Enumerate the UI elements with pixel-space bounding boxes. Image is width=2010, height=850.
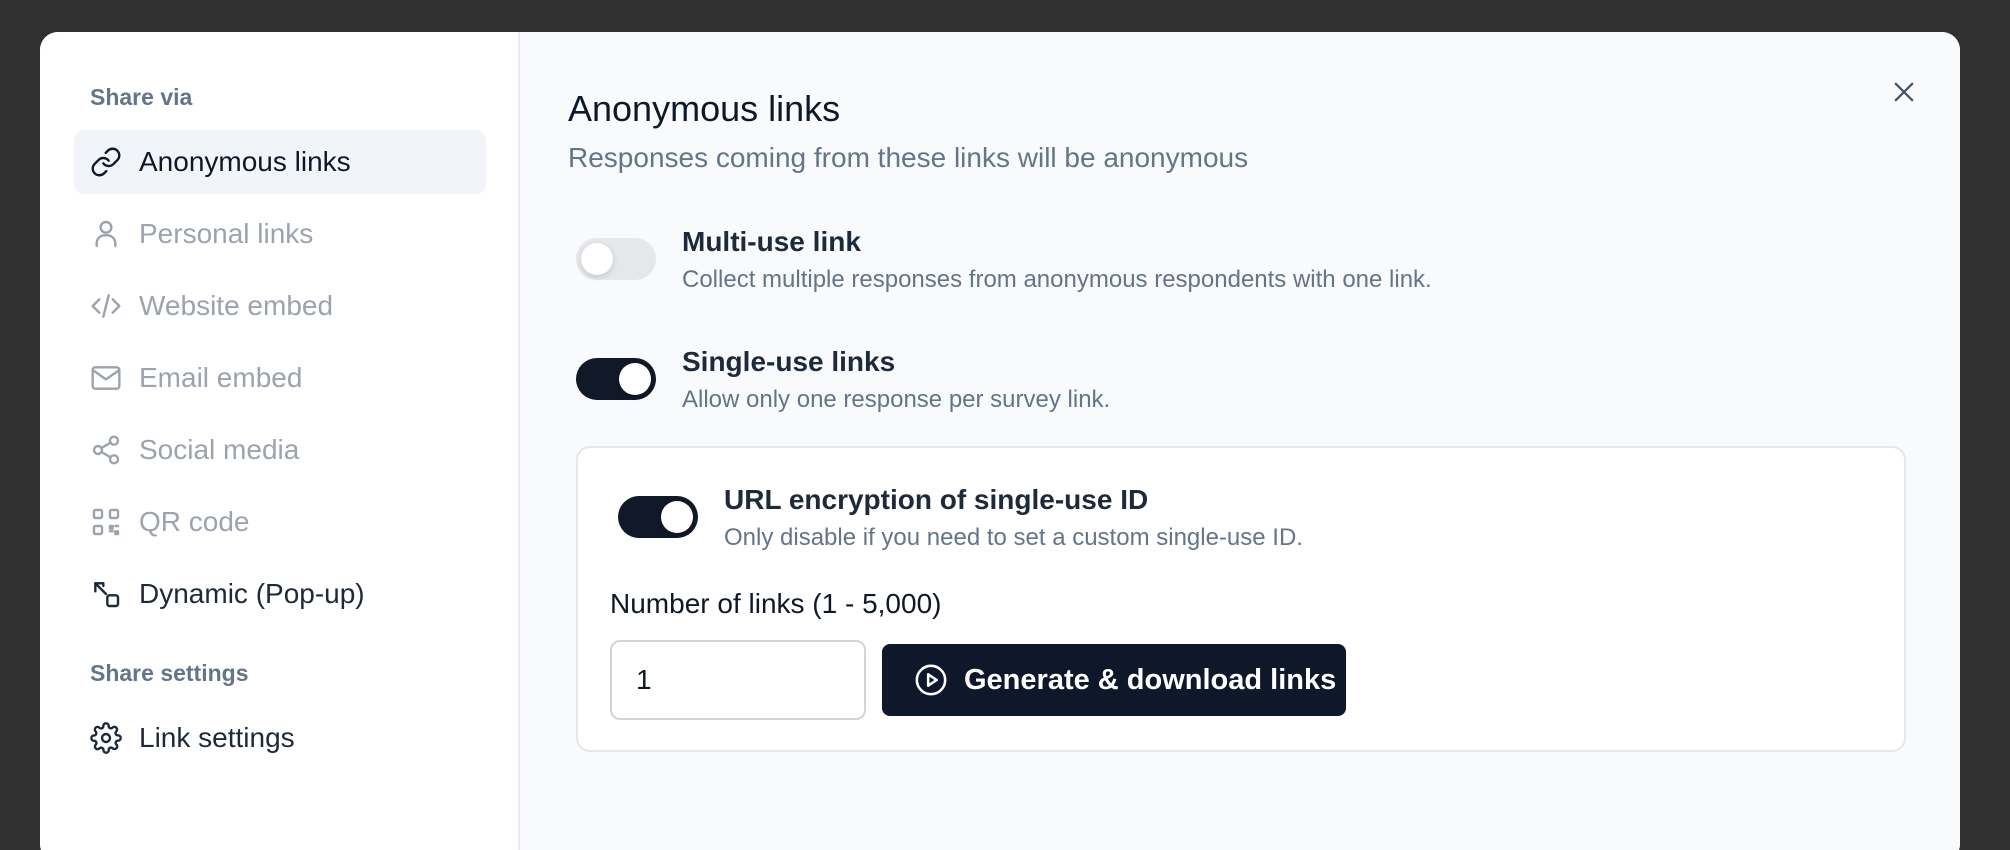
page-subtitle: Responses coming from these links will b… (568, 142, 1249, 173)
multi-use-link-description: Collect multiple responses from anonymou… (682, 266, 1432, 293)
qr-code-icon (89, 505, 123, 539)
sidebar-item-anonymous-links[interactable]: Anonymous links (74, 130, 486, 194)
toggle-knob (581, 243, 613, 275)
sidebar-item-label: Personal links (139, 218, 314, 249)
sidebar-item-label: Link settings (139, 722, 295, 753)
toggle-knob (661, 501, 693, 533)
code-icon (89, 289, 123, 323)
number-of-links-label: Number of links (1 - 5,000) (610, 588, 942, 619)
close-button[interactable] (1884, 72, 1924, 112)
single-use-links-description: Allow only one response per survey link. (682, 386, 1111, 413)
url-encryption-title: URL encryption of single-use ID (724, 484, 1149, 515)
number-of-links-input[interactable] (610, 640, 866, 720)
squares-icon (89, 577, 123, 611)
sidebar-item-label: Anonymous links (139, 146, 351, 177)
sidebar-item-label: Social media (139, 434, 300, 465)
sidebar-item-dynamic-popup[interactable]: Dynamic (Pop-up) (74, 562, 486, 626)
play-circle-icon (914, 663, 948, 697)
close-icon (1890, 78, 1918, 106)
page-title: Anonymous links (568, 88, 841, 129)
share-modal: Share via Anonymous links Personal links… (40, 32, 1960, 850)
mail-icon (89, 361, 123, 395)
share-sidebar: Share via Anonymous links Personal links… (40, 32, 520, 850)
sidebar-item-social-media[interactable]: Social media (74, 418, 486, 482)
sidebar-item-label: Dynamic (Pop-up) (139, 578, 365, 609)
url-encryption-toggle[interactable] (618, 496, 698, 538)
multi-use-link-toggle[interactable] (576, 238, 656, 280)
main-panel: Anonymous links Responses coming from th… (520, 32, 1960, 850)
single-use-settings-card: URL encryption of single-use ID Only dis… (576, 446, 1906, 752)
sidebar-item-link-settings[interactable]: Link settings (74, 706, 486, 770)
sidebar-item-label: QR code (139, 506, 250, 537)
user-icon (89, 217, 123, 251)
share-settings-heading: Share settings (90, 660, 249, 686)
generate-button-label: Generate & download links (964, 663, 1337, 696)
link-icon (89, 145, 123, 179)
share-via-heading: Share via (90, 84, 193, 110)
sidebar-item-qr-code[interactable]: QR code (74, 490, 486, 554)
single-use-links-title: Single-use links (682, 346, 896, 377)
url-encryption-description: Only disable if you need to set a custom… (724, 524, 1303, 551)
gear-icon (89, 721, 123, 755)
share-icon (89, 433, 123, 467)
sidebar-item-email-embed[interactable]: Email embed (74, 346, 486, 410)
toggle-knob (619, 363, 651, 395)
sidebar-item-label: Email embed (139, 362, 303, 393)
single-use-links-toggle[interactable] (576, 358, 656, 400)
sidebar-item-website-embed[interactable]: Website embed (74, 274, 486, 338)
sidebar-item-label: Website embed (139, 290, 334, 321)
multi-use-link-title: Multi-use link (682, 226, 861, 257)
sidebar-item-personal-links[interactable]: Personal links (74, 202, 486, 266)
generate-download-links-button[interactable]: Generate & download links (882, 644, 1346, 716)
